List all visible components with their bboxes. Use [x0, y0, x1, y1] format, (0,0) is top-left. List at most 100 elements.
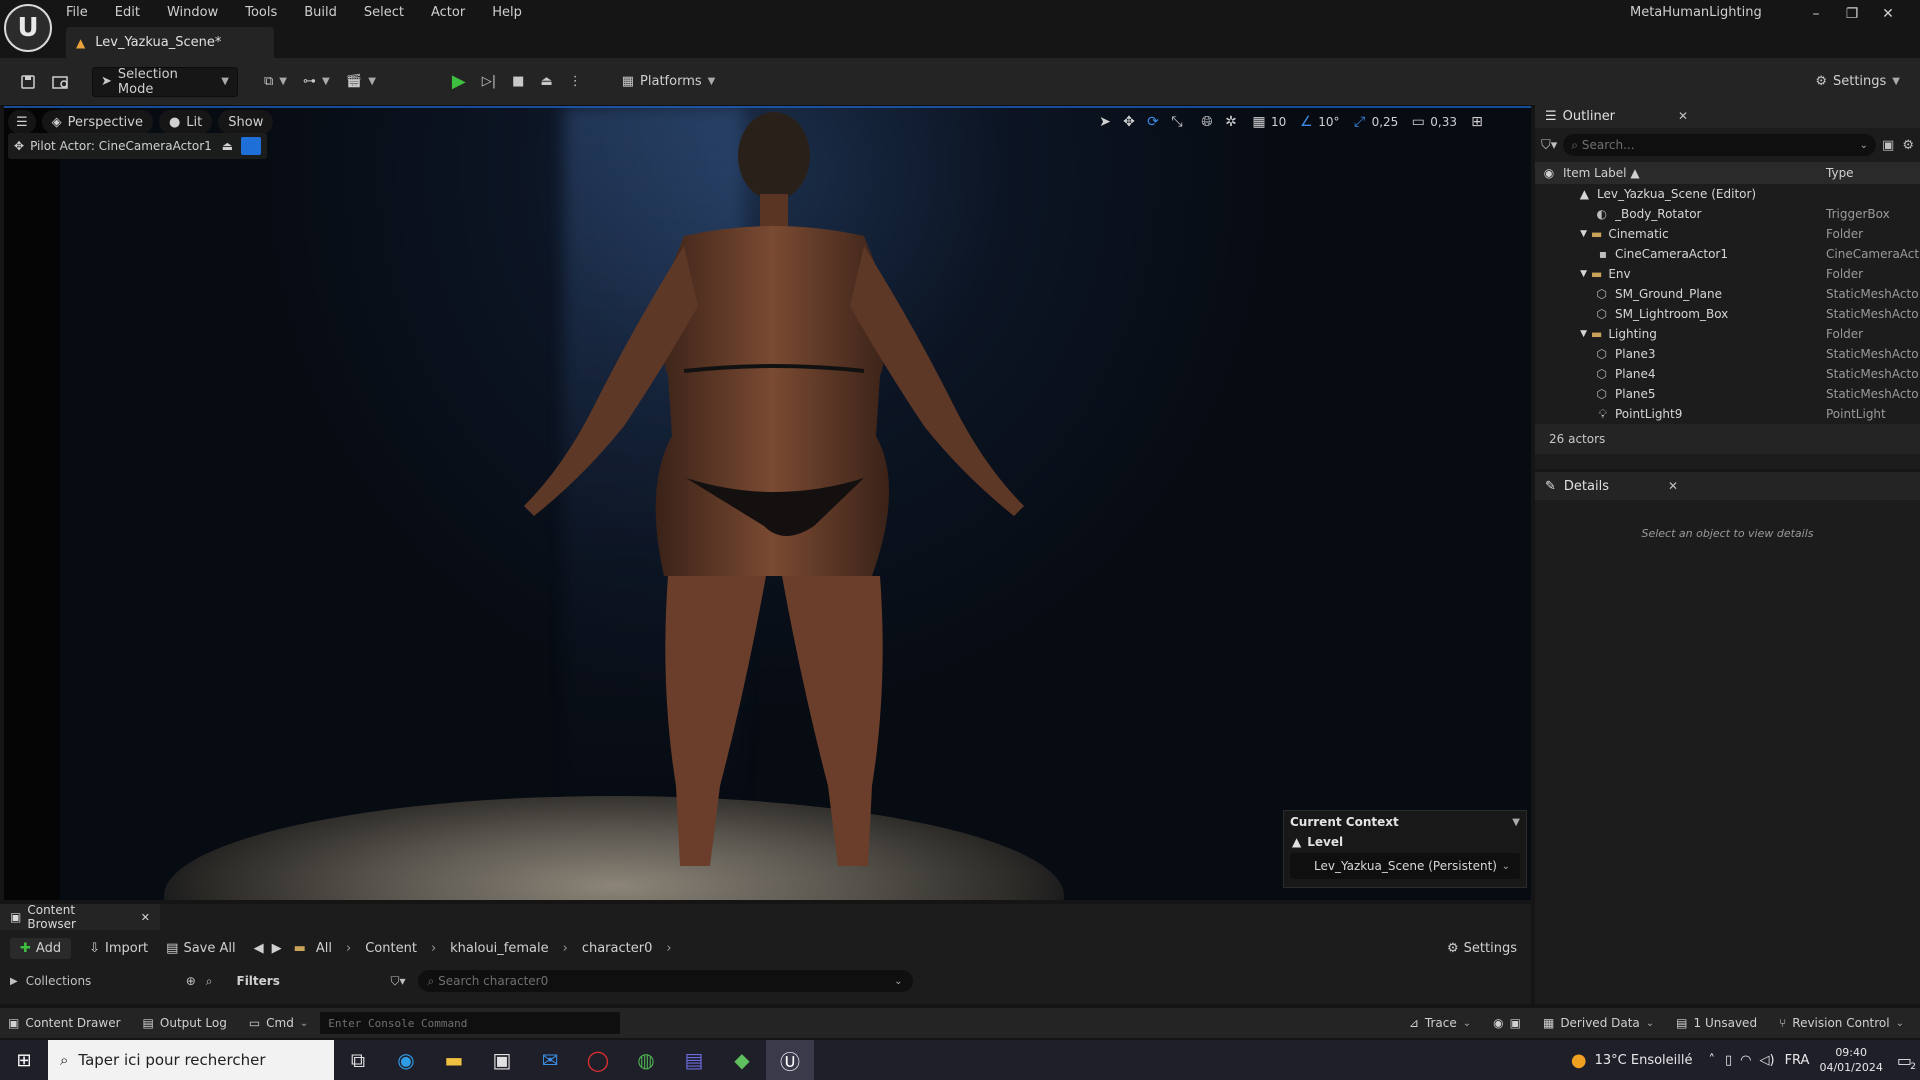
rotate-icon[interactable]: ⟳ [1141, 110, 1165, 134]
add-collection-icon[interactable]: ⊕ [186, 974, 196, 988]
content-drawer-button[interactable]: ▣ Content Drawer [8, 1016, 121, 1030]
output-log-button[interactable]: ▤ Output Log [143, 1016, 227, 1030]
minimize-icon[interactable]: – [1798, 6, 1834, 22]
weather-text[interactable]: 13°C Ensoleillé [1595, 1053, 1693, 1068]
close-icon[interactable]: ✕ [1678, 109, 1688, 123]
import-button[interactable]: ⇩ Import [89, 941, 148, 956]
tree-row[interactable]: ⬡ Plane3 StaticMeshActo [1535, 344, 1920, 364]
surface-snap-icon[interactable]: ✲ [1219, 110, 1243, 134]
teams-icon[interactable]: ▤ [670, 1040, 718, 1080]
tree-row-folder[interactable]: ▼ ▬ Cinematic Folder [1535, 224, 1920, 244]
expand-arrow-icon[interactable]: ▶ [10, 976, 18, 987]
menu-tools[interactable]: Tools [245, 5, 277, 20]
battery-icon[interactable]: ▯ [1725, 1053, 1732, 1068]
breadcrumb-content[interactable]: Content [365, 941, 417, 956]
language-indicator[interactable]: FRA [1785, 1053, 1810, 1068]
grid-size[interactable]: 10 [1271, 115, 1286, 129]
windows-start-icon[interactable]: ⊞ [0, 1040, 48, 1080]
viewport-menu-button[interactable]: ☰ [8, 110, 36, 134]
menu-edit[interactable]: Edit [115, 5, 140, 20]
console-command-input[interactable]: Enter Console Command [320, 1012, 621, 1034]
gear-icon[interactable]: ⚙ [1902, 138, 1914, 153]
wifi-icon[interactable]: ◠ [1740, 1053, 1751, 1068]
select-mode-icon[interactable]: ➤ [1093, 110, 1117, 134]
menu-actor[interactable]: Actor [431, 5, 465, 20]
play-button[interactable]: ▶ [444, 67, 474, 97]
content-settings-button[interactable]: ⚙ Settings [1447, 941, 1517, 956]
volume-icon[interactable]: ◁) [1760, 1053, 1775, 1068]
taskbar-search[interactable]: ⌕ Taper ici pour rechercher [48, 1040, 334, 1080]
menu-select[interactable]: Select [364, 5, 404, 20]
level-viewport[interactable]: ☰ ◈ Perspective ● Lit Show ✥ Pilot Actor: … [4, 106, 1531, 900]
add-folder-icon[interactable]: ▣ [1882, 138, 1894, 153]
translate-icon[interactable]: ✥ [1117, 110, 1141, 134]
tree-row-level[interactable]: ▲ Lev_Yazkua_Scene (Editor) [1535, 184, 1920, 204]
cinematics-button[interactable]: 🎬︎ ▼ [338, 67, 384, 97]
chrome-icon[interactable]: ◍ [622, 1040, 670, 1080]
context-header[interactable]: Current Context ▼ [1284, 811, 1526, 833]
eject-button[interactable]: ⏏ [532, 67, 560, 97]
tree-row[interactable]: ⬡ SM_Ground_Plane StaticMeshActo [1535, 284, 1920, 304]
unreal-taskbar-icon[interactable]: Ⓤ [766, 1040, 814, 1080]
save-icon[interactable] [12, 67, 44, 97]
edge-icon[interactable]: ◉ [382, 1040, 430, 1080]
tray-chevron-up-icon[interactable]: ˄ [1709, 1053, 1716, 1068]
details-tab[interactable]: ✎ Details ✕ [1535, 472, 1920, 500]
scale-snap-value[interactable]: 0,25 [1372, 115, 1399, 129]
task-view-icon[interactable]: ⧉ [334, 1040, 382, 1080]
advance-frame-button[interactable]: ▷| [474, 67, 504, 97]
outliner-search-input[interactable]: ⌕ Search... ⌄ [1563, 134, 1877, 156]
visibility-eye-icon[interactable]: ◉ [1535, 166, 1563, 180]
rotation-snap-icon[interactable]: ∠ [1294, 110, 1318, 134]
close-icon[interactable]: ✕ [1668, 479, 1678, 493]
revision-control-dropdown[interactable]: ⑂ Revision Control ⌄ [1779, 1016, 1904, 1030]
expand-arrow-icon[interactable]: ▼ [1535, 229, 1587, 239]
rotation-snap-value[interactable]: 10° [1318, 115, 1339, 129]
content-browser-tab[interactable]: ▣ Content Browser ✕ [0, 903, 160, 931]
add-actor-button[interactable]: ⧉ ▼ [256, 67, 295, 97]
breadcrumb-character0[interactable]: character0 [582, 941, 653, 956]
show-button[interactable]: Show [218, 110, 274, 134]
stop-button[interactable]: ■ [504, 67, 532, 97]
forward-icon[interactable]: ▶ [272, 941, 282, 956]
outliner-tab[interactable]: ☰ Outliner ✕ [1535, 104, 1920, 128]
tree-row[interactable]: ⬡ SM_Lightroom_Box StaticMeshActo [1535, 304, 1920, 324]
column-type[interactable]: Type [1826, 166, 1920, 180]
close-icon[interactable]: ✕ [1870, 6, 1906, 22]
menu-build[interactable]: Build [304, 5, 337, 20]
opera-icon[interactable]: ◯ [574, 1040, 622, 1080]
selection-mode-dropdown[interactable]: ➤ Selection Mode ▼ [92, 66, 238, 97]
menu-window[interactable]: Window [167, 5, 218, 20]
maximize-viewport-icon[interactable]: ⊞ [1465, 110, 1489, 134]
settings-dropdown[interactable]: ⚙ Settings ▼ [1807, 67, 1908, 97]
clock[interactable]: 09:40 04/01/2024 [1819, 1045, 1882, 1075]
unsaved-button[interactable]: ▤ 1 Unsaved [1676, 1016, 1757, 1030]
column-item-label[interactable]: Item Label ▲ [1563, 166, 1826, 180]
save-all-button[interactable]: ▤ Save All [166, 941, 235, 956]
file-explorer-icon[interactable]: ▬ [430, 1040, 478, 1080]
menu-help[interactable]: Help [492, 5, 522, 20]
tree-row-folder[interactable]: ▼ ▬ Lighting Folder [1535, 324, 1920, 344]
unreal-logo-icon[interactable]: U [4, 4, 52, 52]
cmd-dropdown[interactable]: ▭ Cmd ⌄ [249, 1016, 308, 1030]
scale-icon[interactable]: ⤡ [1165, 110, 1189, 134]
add-button[interactable]: ✚ Add [10, 937, 72, 959]
tree-row[interactable]: ⬡ Plane5 StaticMeshActo [1535, 384, 1920, 404]
filter-icon[interactable]: ⛉▾ [391, 974, 406, 989]
close-icon[interactable]: ✕ [141, 911, 150, 924]
app-icon[interactable]: ◆ [718, 1040, 766, 1080]
notifications-icon[interactable]: ▭ 2 [1897, 1051, 1916, 1072]
record-buttons[interactable]: ◉ ▣ [1493, 1016, 1521, 1030]
content-browser-icon[interactable] [44, 67, 78, 97]
store-icon[interactable]: ▣ [478, 1040, 526, 1080]
breadcrumb-khaloui-female[interactable]: khaloui_female [450, 941, 548, 956]
trace-dropdown[interactable]: ⊿ Trace ⌄ [1409, 1016, 1471, 1030]
camera-speed-icon[interactable]: ▭ [1406, 110, 1430, 134]
restore-icon[interactable]: ❐ [1834, 6, 1870, 22]
lit-button[interactable]: ● Lit [158, 110, 213, 134]
derived-data-dropdown[interactable]: ▦ Derived Data ⌄ [1543, 1016, 1654, 1030]
content-search-input[interactable]: ⌕ Search character0 ⌄ [417, 970, 913, 992]
filter-icon[interactable]: ⛉▾ [1541, 138, 1557, 153]
scale-snap-icon[interactable]: ⤢ [1348, 110, 1372, 134]
blueprint-button[interactable]: ⊶ ▼ [295, 67, 338, 97]
